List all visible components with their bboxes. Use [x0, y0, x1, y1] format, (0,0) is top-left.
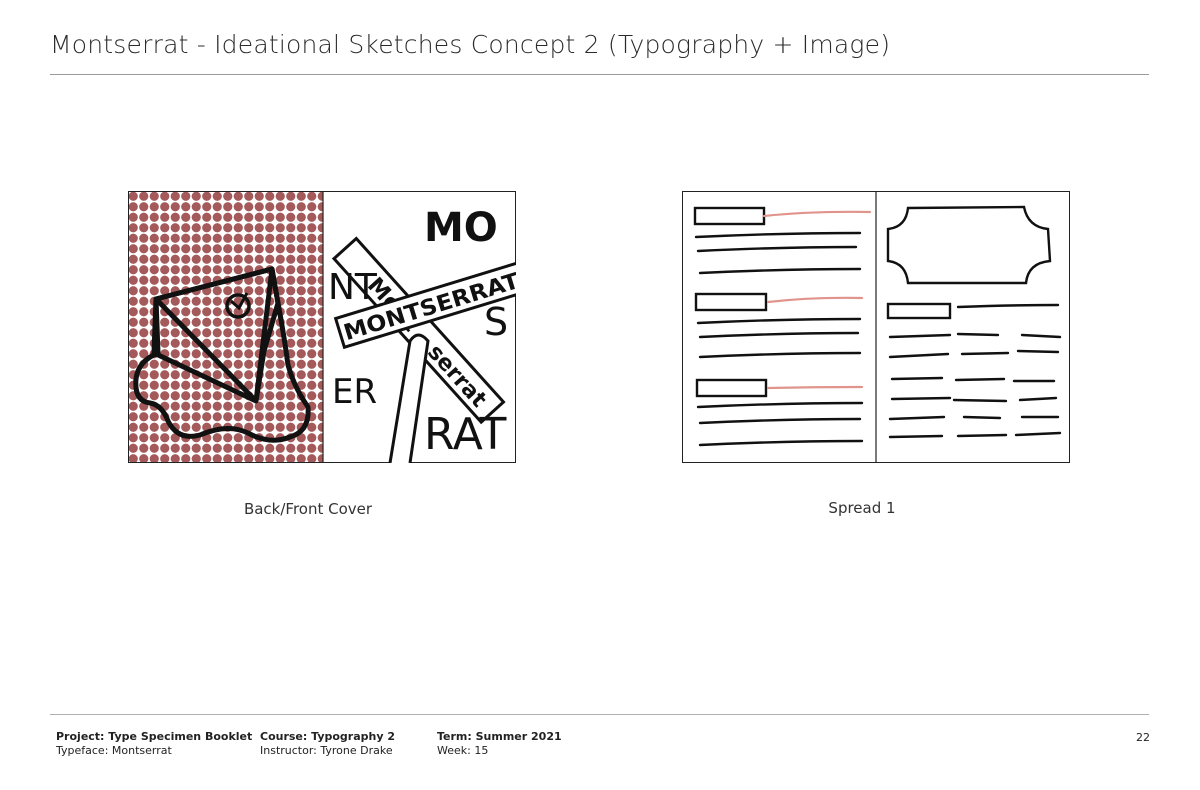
cover-word-s: S — [484, 300, 508, 344]
page-title: Montserrat - Ideational Sketches Concept… — [50, 30, 891, 59]
footer-course-label: Course: Typography 2 — [260, 730, 396, 743]
footer-project: Project: Type Specimen Booklet Typeface:… — [56, 730, 252, 758]
cover-sketch: Mont serrat MONTSERRAT MO NT S ER RAT — [128, 191, 516, 463]
cover-word-rat: RAT — [424, 409, 506, 460]
footer-term: Term: Summer 2021 Week: 15 — [437, 730, 562, 758]
footer-week-label: Week: 15 — [437, 744, 489, 757]
page-number: 22 — [1136, 731, 1150, 744]
footer-typeface-label: Typeface: Montserrat — [56, 744, 172, 757]
header-divider — [50, 74, 1149, 75]
footer-term-label: Term: Summer 2021 — [437, 730, 562, 743]
footer-instructor-label: Instructor: Tyrone Drake — [260, 744, 393, 757]
footer-divider — [50, 714, 1149, 715]
footer-project-label: Project: Type Specimen Booklet — [56, 730, 253, 743]
cover-word-mo: MO — [424, 205, 498, 251]
cover-caption: Back/Front Cover — [243, 500, 373, 518]
footer-course: Course: Typography 2 Instructor: Tyrone … — [260, 730, 395, 758]
spread-caption: Spread 1 — [828, 499, 896, 517]
cover-word-nt: NT — [328, 267, 378, 308]
spread-sketch — [682, 191, 1070, 463]
cover-word-er: ER — [332, 372, 377, 412]
